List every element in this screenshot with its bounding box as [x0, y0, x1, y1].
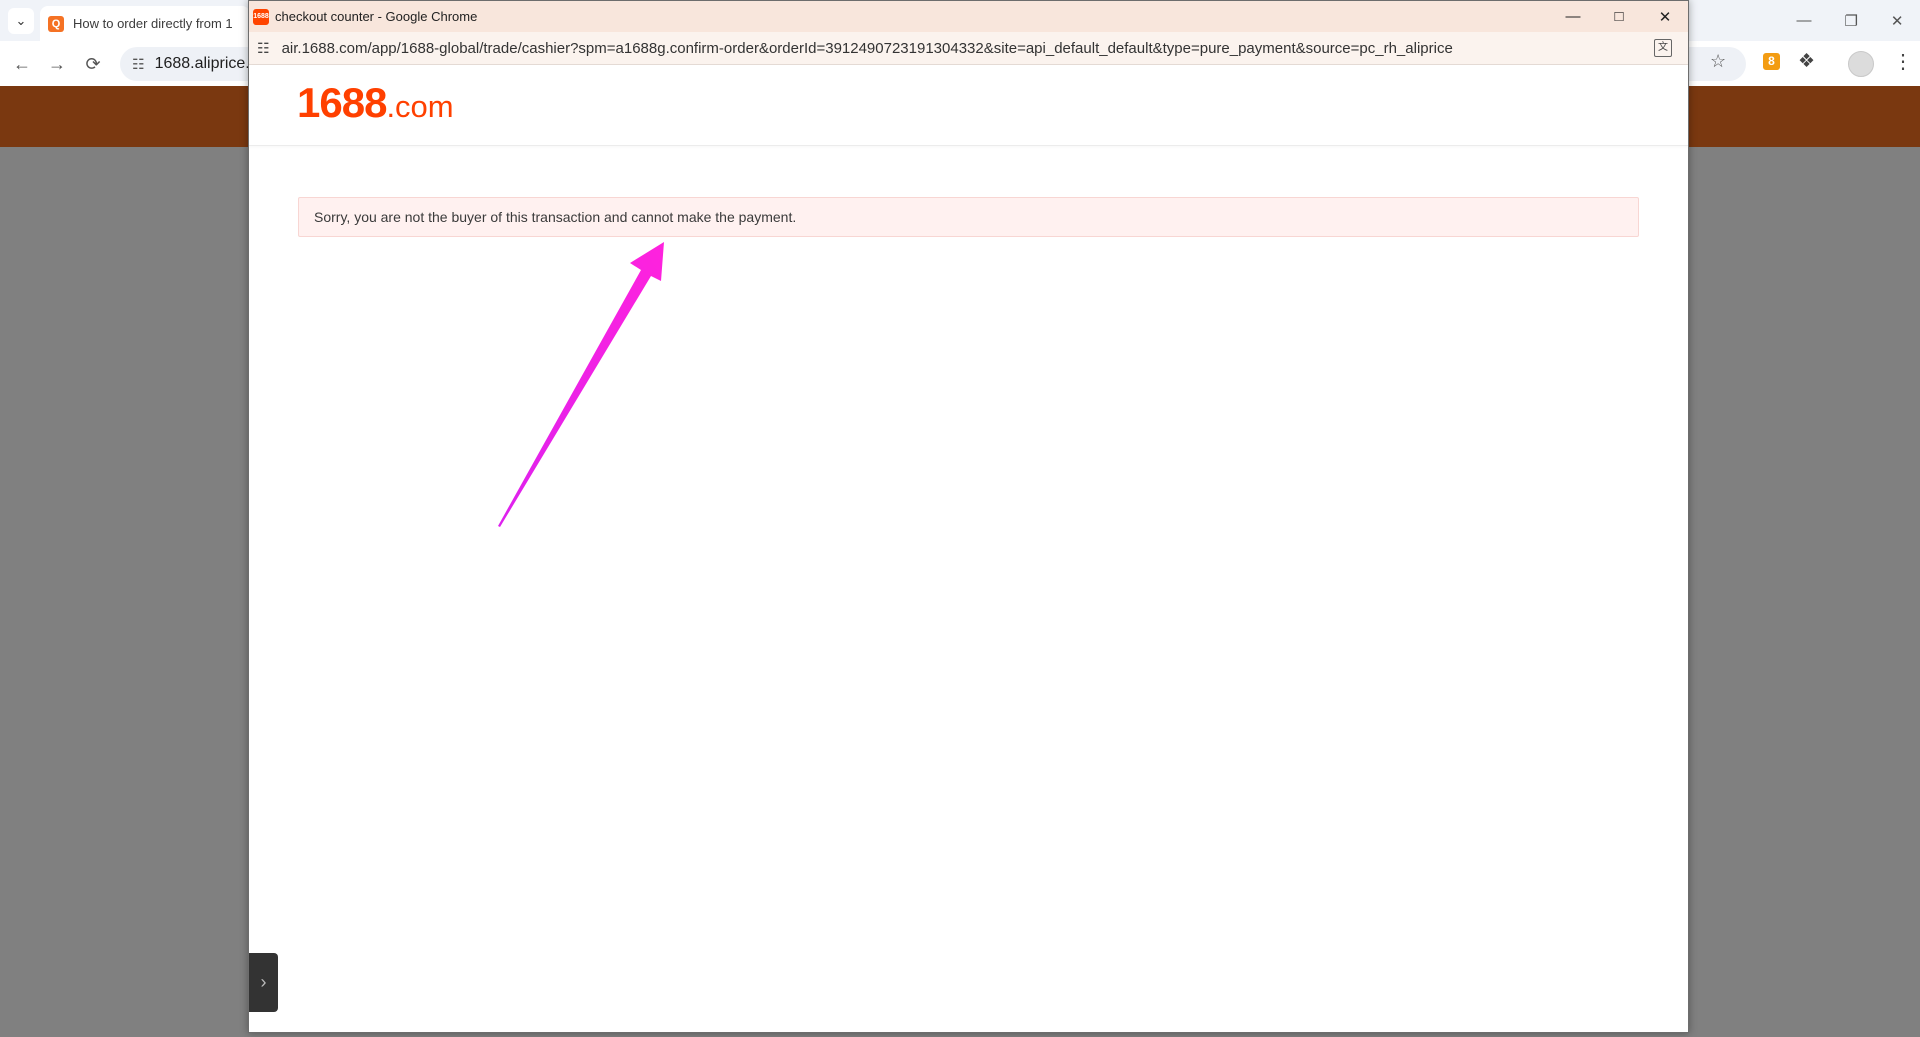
1688-favicon-icon: 1688: [253, 8, 269, 25]
maximize-icon[interactable]: □: [1596, 1, 1642, 32]
aliprice-favicon-icon: Q: [48, 15, 64, 32]
reload-icon[interactable]: ⟳: [80, 51, 106, 77]
background-url-text: 1688.aliprice.c: [154, 55, 258, 72]
extension-badge-icon[interactable]: 8: [1763, 53, 1780, 70]
close-icon[interactable]: ✕: [1642, 1, 1688, 32]
checkout-popup-window: 1688 checkout counter - Google Chrome — …: [248, 0, 1689, 1033]
translate-icon[interactable]: 文: [1654, 39, 1672, 57]
site-logo[interactable]: 1688.com: [297, 79, 454, 127]
popup-url-text: air.1688.com/app/1688-global/trade/cashi…: [281, 39, 1453, 57]
logo-domain: .com: [386, 89, 454, 124]
minimize-icon[interactable]: —: [1796, 12, 1811, 29]
chevron-right-icon[interactable]: ›: [249, 953, 278, 1012]
arrow-left-icon[interactable]: ←: [9, 51, 35, 77]
annotation-arrow-shape: [498, 242, 664, 527]
background-tab[interactable]: Q How to order directly from 1: [40, 6, 250, 41]
puzzle-icon[interactable]: ❖: [1798, 50, 1815, 73]
restore-icon[interactable]: ❐: [1844, 12, 1857, 30]
chevron-down-icon[interactable]: ⌄: [8, 8, 34, 34]
background-window-controls: — ❐ ✕: [1780, 0, 1920, 41]
popup-address-bar[interactable]: ☷ air.1688.com/app/1688-global/trade/cas…: [249, 32, 1688, 65]
site-header: 1688.com: [249, 65, 1688, 146]
tune-icon[interactable]: ☷: [132, 56, 145, 73]
minimize-icon[interactable]: —: [1550, 1, 1596, 32]
error-alert: Sorry, you are not the buyer of this tra…: [298, 197, 1639, 237]
star-icon[interactable]: ☆: [1710, 51, 1726, 72]
logo-number: 1688: [297, 79, 387, 126]
avatar[interactable]: [1848, 51, 1874, 77]
popup-window-controls: — □ ✕: [1550, 1, 1688, 32]
tune-icon[interactable]: ☷: [257, 40, 270, 57]
background-tab-title: How to order directly from 1: [73, 16, 233, 31]
kebab-menu-icon[interactable]: ⋮: [1893, 49, 1913, 74]
popup-titlebar[interactable]: 1688 checkout counter - Google Chrome — …: [249, 1, 1688, 32]
arrow-right-icon[interactable]: →: [44, 51, 70, 77]
annotation-arrow: [498, 242, 664, 527]
close-icon[interactable]: ✕: [1891, 12, 1904, 30]
popup-window-title: checkout counter - Google Chrome: [275, 9, 478, 24]
error-message: Sorry, you are not the buyer of this tra…: [314, 209, 797, 225]
